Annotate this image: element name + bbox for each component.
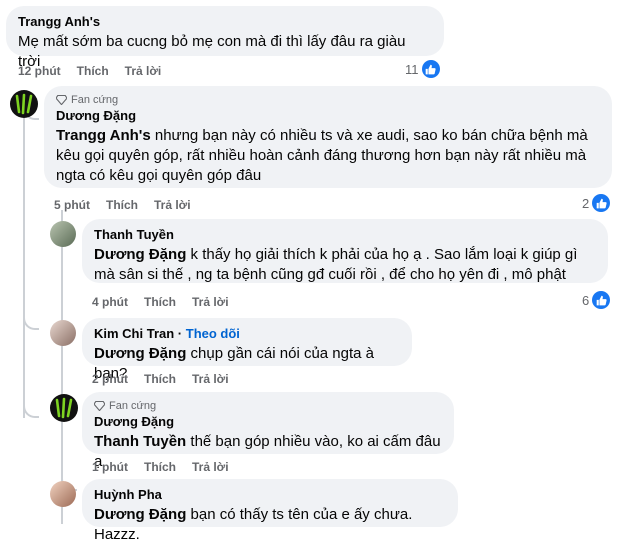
comment-time[interactable]: 4 phút bbox=[92, 295, 128, 309]
reaction-count[interactable]: 6 bbox=[582, 291, 611, 309]
comment-bubble: Huỳnh Pha Dương Đặng bạn có thấy ts tên … bbox=[82, 479, 458, 543]
avatar[interactable] bbox=[50, 394, 78, 422]
avatar[interactable] bbox=[10, 90, 38, 118]
diamond-icon bbox=[56, 95, 67, 105]
comment-bubble: Kim Chi Tran · Theo dõi Dương Đặng chụp … bbox=[82, 318, 412, 382]
thread-curve bbox=[23, 314, 39, 330]
reply-button[interactable]: Trả lời bbox=[192, 460, 229, 474]
comment-text: Trangg Anh's nhưng bạn này có nhiều ts v… bbox=[56, 127, 588, 184]
like-button[interactable]: Thích bbox=[144, 295, 176, 309]
diamond-icon bbox=[94, 401, 105, 411]
comment-time[interactable]: 12 phút bbox=[18, 64, 61, 78]
thread-curve bbox=[23, 402, 39, 418]
comment-text: Dương Đặng bạn có thấy ts tên của e ấy c… bbox=[94, 506, 413, 543]
comment-bubble: Fan cứng Dương Đặng Thanh Tuyền thế bạn … bbox=[82, 392, 454, 470]
like-icon bbox=[592, 291, 611, 309]
like-button[interactable]: Thích bbox=[106, 198, 138, 212]
comment-bubble: Thanh Tuyền Dương Đặng k thấy họ giải th… bbox=[82, 219, 608, 283]
comment-actions: 4 phút Thích Trả lời bbox=[92, 295, 229, 309]
comment-actions: 12 phút Thích Trả lời bbox=[18, 64, 161, 78]
comment-author[interactable]: Trangg Anh's bbox=[18, 14, 432, 30]
reply-button[interactable]: Trả lời bbox=[192, 295, 229, 309]
thread-line bbox=[23, 118, 25, 418]
like-button[interactable]: Thích bbox=[144, 372, 176, 386]
comment-author[interactable]: Huỳnh Pha bbox=[94, 487, 446, 503]
comment-actions: 1 phút Thích Trả lời bbox=[92, 460, 229, 474]
like-button[interactable]: Thích bbox=[144, 460, 176, 474]
monster-logo-avatar bbox=[15, 93, 33, 115]
reply-button[interactable]: Trả lời bbox=[154, 198, 191, 212]
comment-bubble: Fan cứng Dương Đặng Trangg Anh's nhưng b… bbox=[44, 86, 612, 188]
like-icon bbox=[421, 60, 440, 78]
mention-link[interactable]: Dương Đặng bbox=[94, 506, 186, 523]
mention-link[interactable]: Dương Đặng bbox=[94, 246, 186, 263]
comment-author[interactable]: Kim Chi Tran · Theo dõi bbox=[94, 326, 400, 342]
comment-time[interactable]: 1 phút bbox=[92, 460, 128, 474]
badge-fan: Fan cứng bbox=[94, 400, 442, 412]
comment-actions: 2 phút Thích Trả lời bbox=[92, 372, 229, 386]
reply-button[interactable]: Trả lời bbox=[125, 64, 162, 78]
reaction-count[interactable]: 11 bbox=[405, 60, 440, 78]
comment-actions: 5 phút Thích Trả lời bbox=[54, 198, 191, 212]
avatar[interactable] bbox=[50, 320, 76, 346]
badge-fan: Fan cứng bbox=[56, 94, 600, 106]
monster-logo-avatar bbox=[55, 397, 73, 419]
mention-link[interactable]: Thanh Tuyền bbox=[94, 433, 186, 450]
mention-link[interactable]: Dương Đặng bbox=[94, 345, 186, 362]
like-button[interactable]: Thích bbox=[77, 64, 109, 78]
avatar[interactable] bbox=[50, 221, 76, 247]
follow-link[interactable]: Theo dõi bbox=[186, 326, 240, 341]
reply-button[interactable]: Trả lời bbox=[192, 372, 229, 386]
comment-time[interactable]: 2 phút bbox=[92, 372, 128, 386]
comment-author[interactable]: Thanh Tuyền bbox=[94, 227, 596, 243]
reaction-count[interactable]: 2 bbox=[582, 194, 611, 212]
comment-bubble: Trangg Anh's Mẹ mất sớm ba cucng bỏ mẹ c… bbox=[6, 6, 444, 70]
comment-author[interactable]: Dương Đặng bbox=[94, 414, 442, 430]
like-icon bbox=[592, 194, 611, 212]
comment-text: Dương Đặng k thấy họ giải thích k phải c… bbox=[94, 246, 578, 283]
avatar[interactable] bbox=[50, 481, 76, 507]
comment-author[interactable]: Dương Đặng bbox=[56, 108, 600, 124]
comment-time[interactable]: 5 phút bbox=[54, 198, 90, 212]
mention-link[interactable]: Trangg Anh's bbox=[56, 127, 151, 144]
